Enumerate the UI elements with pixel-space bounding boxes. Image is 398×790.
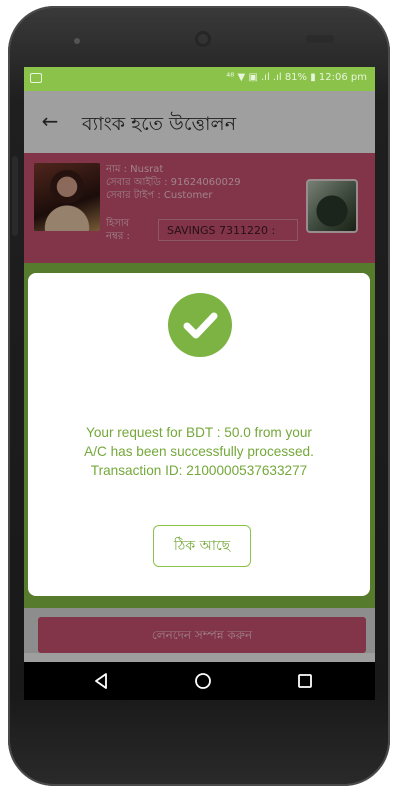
nav-recent-apps-icon[interactable] (297, 673, 313, 689)
android-nav-bar (24, 662, 375, 700)
success-message-line1: Your request for BDT : 50.0 from your (86, 425, 312, 440)
front-camera (195, 31, 211, 47)
check-circle-icon (168, 293, 232, 357)
image-notification-icon (30, 73, 42, 83)
status-bar: ⁴⁸ ▼ ▣ .ıl .ıl 81% ▮ 12:06 pm (24, 67, 375, 91)
proximity-sensor (306, 35, 334, 43)
success-message-line2: A/C has been successfully processed. (84, 444, 314, 459)
transaction-id: Transaction ID: 2100000537633277 (90, 463, 308, 478)
status-text: ⁴⁸ ▼ ▣ .ıl .ıl 81% ▮ 12:06 pm (226, 72, 367, 83)
success-message: Your request for BDT : 50.0 from your A/… (44, 423, 354, 480)
device-screen: ⁴⁸ ▼ ▣ .ıl .ıl 81% ▮ 12:06 pm ← ব্যাংক হ… (24, 67, 375, 700)
success-dialog: Your request for BDT : 50.0 from your A/… (28, 273, 370, 596)
phone-sensor-dot (74, 38, 80, 44)
phone-side-button (12, 156, 18, 236)
nav-back-icon[interactable] (92, 672, 110, 690)
ok-button[interactable]: ঠিক আছে (153, 525, 251, 567)
nav-home-icon[interactable] (194, 672, 212, 690)
